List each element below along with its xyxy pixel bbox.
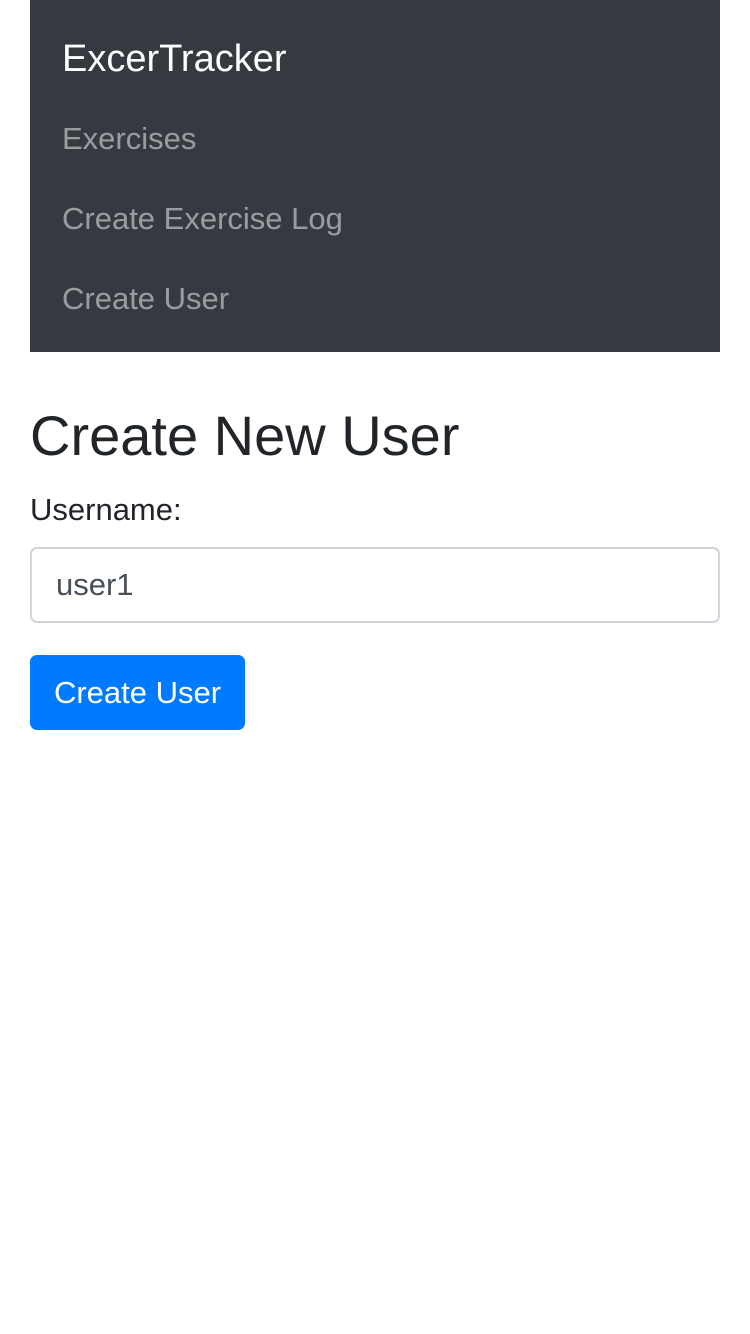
username-label: Username: xyxy=(30,492,182,527)
page-container: ExcerTracker Exercises Create Exercise L… xyxy=(30,0,720,730)
create-user-button[interactable]: Create User xyxy=(30,655,245,730)
username-input[interactable] xyxy=(30,547,720,623)
page-title: Create New User xyxy=(30,404,460,467)
nav-item-create-user[interactable]: Create User xyxy=(62,279,229,319)
navbar: ExcerTracker Exercises Create Exercise L… xyxy=(30,0,720,352)
nav-item-create-exercise-log[interactable]: Create Exercise Log xyxy=(62,199,343,239)
nav-item-exercises[interactable]: Exercises xyxy=(62,119,196,159)
navbar-brand[interactable]: ExcerTracker xyxy=(62,36,287,82)
